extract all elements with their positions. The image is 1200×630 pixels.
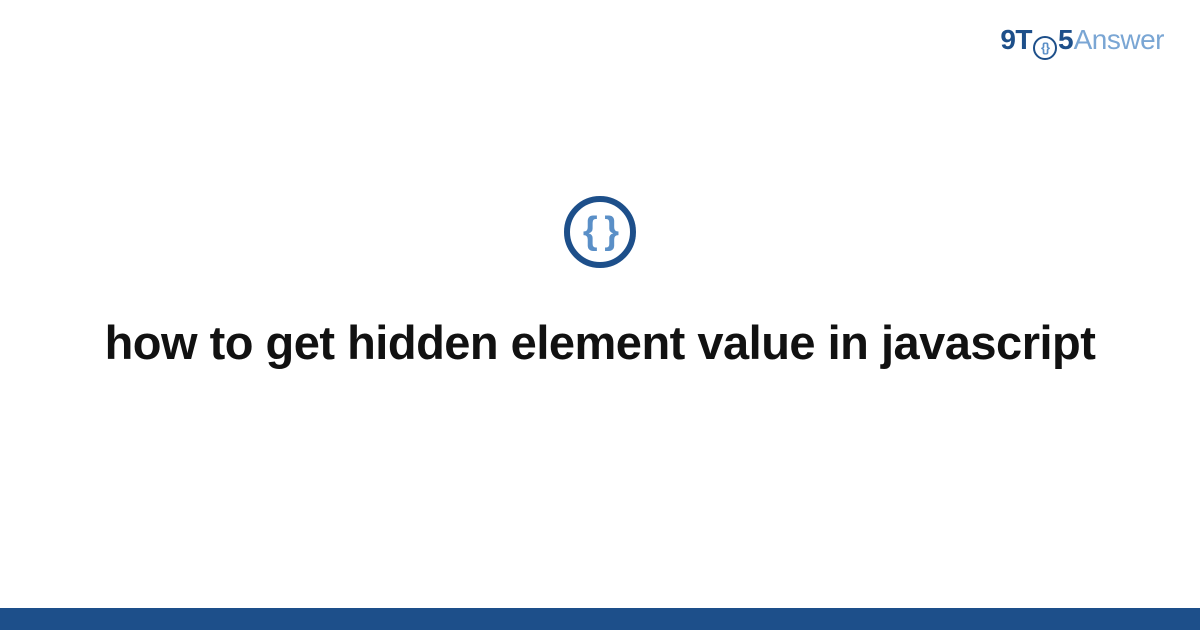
main-content: { } how to get hidden element value in j… [0,0,1200,610]
code-braces-icon: { } [564,196,636,268]
page-title: how to get hidden element value in javas… [105,312,1096,373]
code-braces-glyph: { } [583,212,617,252]
footer-accent-bar [0,608,1200,630]
category-icon-wrap: { } [564,196,636,268]
